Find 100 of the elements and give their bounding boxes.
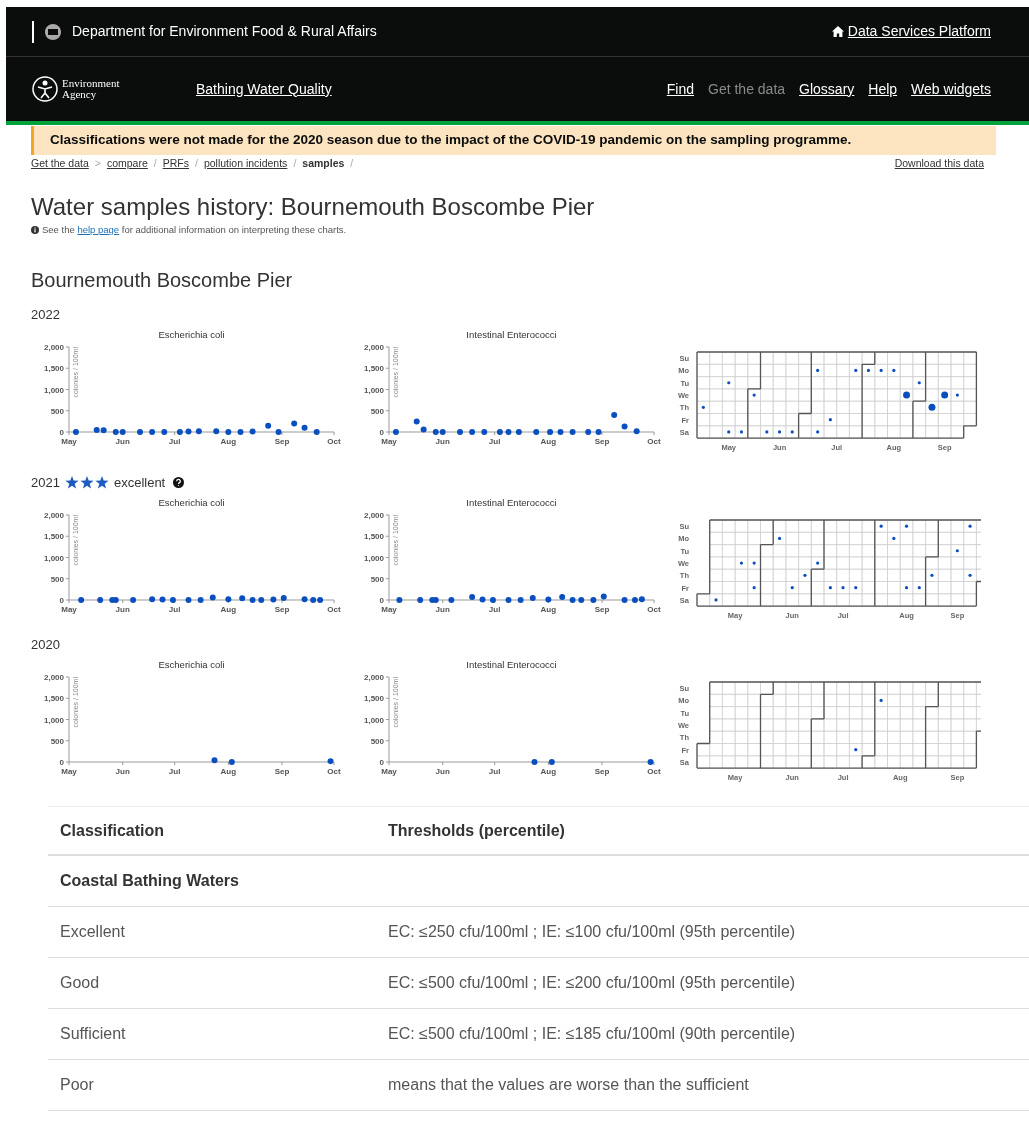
data-point <box>209 594 216 601</box>
breadcrumb-link[interactable]: pollution incidents <box>203 156 288 172</box>
data-point <box>159 596 166 603</box>
service-link[interactable]: Bathing Water Quality <box>196 78 332 100</box>
tick-label: 1,500 <box>363 532 384 542</box>
nav-link[interactable]: Web widgets <box>911 78 991 100</box>
table-cell-text: EC: ≤250 cfu/100ml ; IE: ≤100 cfu/100ml (95th percentile) <box>388 922 796 943</box>
data-point <box>161 429 168 436</box>
tick-label: 2,000 <box>363 343 384 353</box>
table-cell-text: Poor <box>59 1075 95 1096</box>
tick-label: 1,500 <box>43 694 64 704</box>
data-point <box>249 597 256 604</box>
chart-title: Escherichia coli <box>158 329 225 341</box>
year-label: 2022 <box>31 305 60 324</box>
data-point <box>130 597 137 604</box>
tick-label: 1,000 <box>363 385 384 395</box>
tick-label: Oct <box>647 605 661 615</box>
data-point <box>313 429 320 436</box>
data-point <box>417 597 424 604</box>
breadcrumb-separator: / <box>349 156 355 172</box>
breadcrumb-link[interactable]: Get the data <box>31 156 89 172</box>
chart-title: Intestinal Enterococci <box>466 497 557 509</box>
data-point <box>469 429 476 436</box>
platform-link[interactable]: Data Services Platform <box>831 21 991 42</box>
data-point <box>211 757 218 764</box>
data-point <box>291 420 298 427</box>
help-note: See the help page for additional information on interpreting these charts. <box>42 223 347 237</box>
year-label: 2021 <box>31 473 60 492</box>
agency-logo[interactable]: Environment Agency <box>32 76 196 102</box>
data-point <box>559 594 566 601</box>
data-point <box>97 597 104 604</box>
tick-label: Sep <box>594 767 610 777</box>
page-title: Water samples history: Bournemouth Boscombe Pier <box>31 192 596 222</box>
data-point <box>301 425 308 431</box>
data-point <box>239 595 246 602</box>
breadcrumb-separator: / <box>193 156 199 172</box>
data-point <box>280 595 287 602</box>
table-cell-text: means that the values are worse than the sufficient <box>388 1075 749 1096</box>
breadcrumb-separator: / <box>292 156 298 172</box>
data-point <box>496 429 503 436</box>
breadcrumb-link[interactable]: PRFs <box>162 156 189 172</box>
column-header: Classification <box>59 820 166 841</box>
tick-label: Jun <box>115 767 130 777</box>
table-cell-text: Excellent <box>59 922 126 943</box>
tick-label: Jul <box>488 437 501 447</box>
data-point <box>265 422 272 429</box>
tick-label: 500 <box>370 407 384 416</box>
tick-label: 2,000 <box>363 673 384 683</box>
data-point <box>195 428 202 435</box>
tick-label: Jun <box>435 437 450 447</box>
rating-label: excellent <box>113 473 166 492</box>
tick-label: Jul <box>488 767 501 777</box>
nav-link[interactable]: Find <box>666 78 694 100</box>
data-point <box>392 429 399 436</box>
tick-label: May <box>61 767 77 777</box>
tick-label: 0 <box>379 596 384 606</box>
tick-label: 2,000 <box>43 343 64 353</box>
table-cell-text: EC: ≤500 cfu/100ml ; IE: ≤185 cfu/100ml (90th percentile) <box>388 1024 796 1045</box>
nav-link[interactable]: Glossary <box>799 78 855 100</box>
tick-label: Jun <box>435 767 450 777</box>
data-point <box>489 597 496 604</box>
tick-label: Aug <box>220 437 237 447</box>
data-point <box>185 597 192 604</box>
tick-label: 0 <box>59 758 64 768</box>
tick-label: Oct <box>327 437 341 447</box>
data-point <box>225 596 232 603</box>
data-point <box>547 429 554 436</box>
data-point <box>185 428 192 435</box>
data-point <box>647 759 654 766</box>
data-point <box>569 597 576 604</box>
download-link[interactable]: Download this data <box>894 156 984 172</box>
data-point <box>270 596 277 603</box>
tick-label: May <box>381 767 397 777</box>
tick-label: 1,000 <box>43 385 64 395</box>
data-point <box>197 597 204 604</box>
department-name: Department for Environment Food & Rural Affairs <box>72 22 377 41</box>
tick-label: 1,000 <box>43 715 64 725</box>
tick-label: Aug <box>540 767 557 777</box>
nav-link[interactable]: Help <box>868 78 898 100</box>
data-point <box>517 597 524 604</box>
nav-link[interactable]: Get the data <box>708 78 786 100</box>
breadcrumb-current: samples <box>302 156 345 172</box>
breadcrumb-separator: / <box>152 156 158 172</box>
star-icon <box>94 475 109 489</box>
breadcrumb-link[interactable]: compare <box>106 156 148 172</box>
data-point <box>225 429 232 436</box>
data-point <box>621 597 628 604</box>
tick-label: 0 <box>59 428 64 438</box>
tick-label: Jun <box>435 605 450 615</box>
data-point <box>275 429 282 436</box>
data-point <box>448 597 455 604</box>
data-point <box>249 428 256 435</box>
data-point <box>169 597 176 604</box>
tick-label: Jun <box>115 605 130 615</box>
tick-label: 1,000 <box>363 553 384 563</box>
data-point <box>569 429 576 436</box>
help-icon[interactable] <box>173 476 185 488</box>
data-point <box>529 595 536 602</box>
data-point <box>176 429 183 436</box>
help-link[interactable]: help page <box>77 224 120 235</box>
